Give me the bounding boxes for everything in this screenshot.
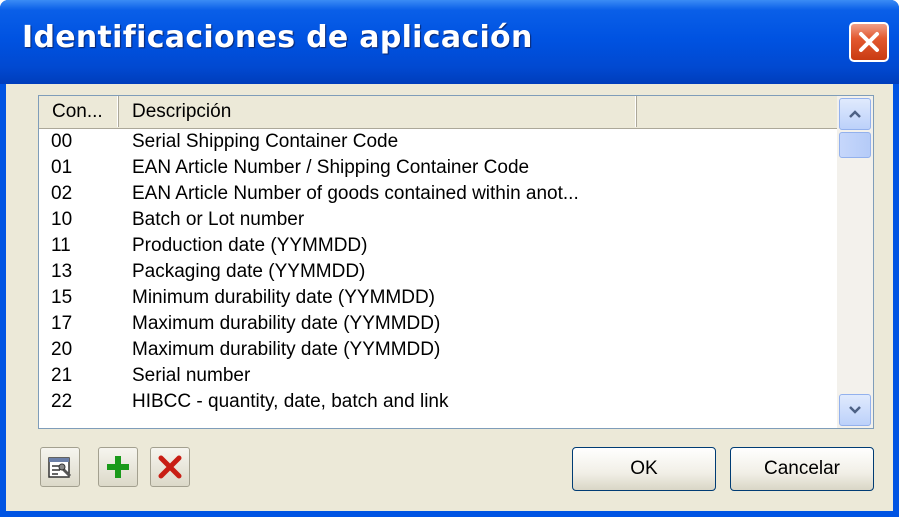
list-item-description: EAN Article Number / Shipping Container … xyxy=(132,157,530,178)
list-item-description: Serial number xyxy=(132,365,251,386)
add-button[interactable] xyxy=(98,447,138,487)
list-item-code: 22 xyxy=(51,391,73,412)
list-item[interactable]: 13 Packaging date (YYMMDD) xyxy=(39,259,837,285)
scroll-down-button[interactable] xyxy=(839,394,871,426)
list-item-code: 21 xyxy=(51,365,73,386)
add-icon xyxy=(107,456,129,478)
properties-icon xyxy=(48,457,72,478)
close-icon xyxy=(859,32,879,52)
chevron-up-icon xyxy=(849,110,861,118)
list-item[interactable]: 20 Maximum durability date (YYMMDD) xyxy=(39,337,837,363)
list-item-description: Maximum durability date (YYMMDD) xyxy=(132,339,441,360)
cancel-button[interactable]: Cancelar xyxy=(730,447,874,491)
list-item[interactable]: 11 Production date (YYMMDD) xyxy=(39,233,837,259)
list-item-code: 00 xyxy=(51,131,73,152)
list-item[interactable]: 10 Batch or Lot number xyxy=(39,207,837,233)
list-item-code: 02 xyxy=(51,183,73,204)
column-header-code[interactable]: Con... xyxy=(39,96,119,127)
list-item[interactable]: 21 Serial number xyxy=(39,363,837,389)
list-item-description: Packaging date (YYMMDD) xyxy=(132,261,366,282)
column-header-description[interactable]: Descripción xyxy=(119,96,637,127)
list-item[interactable]: 02 EAN Article Number of goods contained … xyxy=(39,181,837,207)
properties-button[interactable] xyxy=(40,447,80,487)
list-item-code: 11 xyxy=(51,235,71,256)
delete-icon xyxy=(158,455,182,479)
list-rows: 00 Serial Shipping Container Code 01 EAN Ar… xyxy=(39,129,837,415)
list-item-description: EAN Article Number of goods contained wi… xyxy=(132,183,579,204)
scroll-thumb[interactable] xyxy=(839,132,871,158)
delete-button[interactable] xyxy=(150,447,190,487)
list-item-code: 01 xyxy=(51,157,73,178)
list-item-code: 17 xyxy=(51,313,73,334)
chevron-down-icon xyxy=(849,406,861,414)
list-item-description: Minimum durability date (YYMMDD) xyxy=(132,287,436,308)
title-bar[interactable]: Identificaciones de aplicación xyxy=(0,0,899,84)
list-item-code: 15 xyxy=(51,287,73,308)
list-item-code: 13 xyxy=(51,261,73,282)
vertical-scrollbar[interactable] xyxy=(837,96,873,428)
ok-button[interactable]: OK xyxy=(572,447,716,491)
list-item-description: Serial Shipping Container Code xyxy=(132,131,399,152)
list-item[interactable]: 00 Serial Shipping Container Code xyxy=(39,129,837,155)
list-item-code: 20 xyxy=(51,339,73,360)
window-title: Identificaciones de aplicación xyxy=(22,20,533,55)
list-item[interactable]: 15 Minimum durability date (YYMMDD) xyxy=(39,285,837,311)
list-item-code: 10 xyxy=(51,209,73,230)
list-item[interactable]: 22 HIBCC - quantity, date, batch and link xyxy=(39,389,837,415)
list-header: Con... Descripción xyxy=(39,96,837,129)
application-identifiers-list[interactable]: Con... Descripción 00 Serial Shipping Con… xyxy=(38,95,874,429)
list-item[interactable]: 17 Maximum durability date (YYMMDD) xyxy=(39,311,837,337)
list-item-description: Batch or Lot number xyxy=(132,209,305,230)
list-item-description: Maximum durability date (YYMMDD) xyxy=(132,313,441,334)
close-button[interactable] xyxy=(849,22,889,62)
list-item[interactable]: 01 EAN Article Number / Shipping Containe… xyxy=(39,155,837,181)
column-header-empty[interactable] xyxy=(637,96,837,127)
list-item-description: Production date (YYMMDD) xyxy=(132,235,368,256)
scroll-up-button[interactable] xyxy=(839,98,871,130)
list-item-description: HIBCC - quantity, date, batch and link xyxy=(132,391,449,412)
